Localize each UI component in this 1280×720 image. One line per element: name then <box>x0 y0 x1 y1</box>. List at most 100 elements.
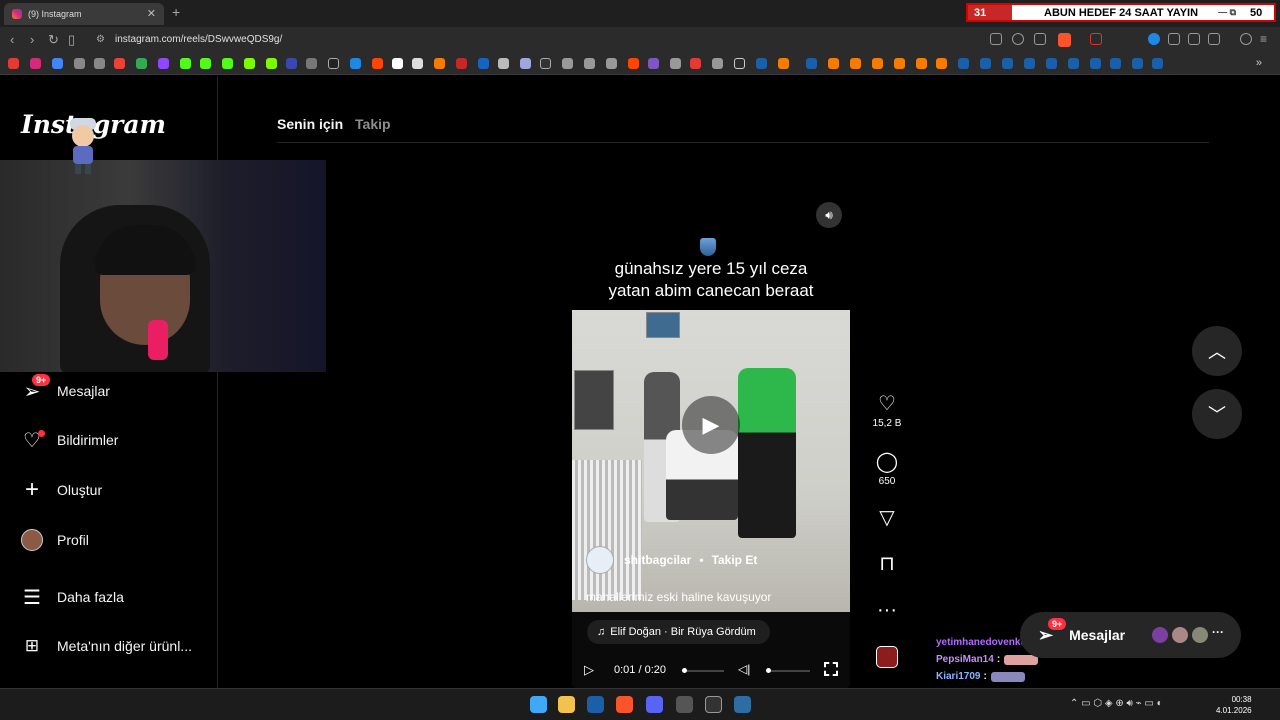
tab-for-you[interactable]: Senin için <box>277 116 343 132</box>
volume-slider[interactable] <box>766 668 810 673</box>
bookmark-steam-icon[interactable] <box>980 58 991 69</box>
sidebar-item-messages[interactable]: ➢ 9+ Mesajlar <box>20 374 110 406</box>
bookmark-steam-icon[interactable] <box>1132 58 1143 69</box>
bookmark-steam-icon[interactable] <box>958 58 969 69</box>
zoom-icon[interactable] <box>1012 33 1024 45</box>
bookmark-icon[interactable] <box>828 58 839 69</box>
app-icon[interactable] <box>676 696 693 713</box>
extension-icon[interactable] <box>1090 33 1102 45</box>
clock[interactable]: 00:38 4.01.2026 <box>1216 694 1252 716</box>
share-icon[interactable] <box>1034 33 1046 45</box>
media-icon[interactable] <box>1240 33 1252 45</box>
bookmark-steam-icon[interactable] <box>1046 58 1057 69</box>
comment-action[interactable]: ◯ 650 <box>868 450 906 487</box>
bookmark-icon[interactable] <box>606 58 617 69</box>
windows-start-icon[interactable] <box>530 696 547 713</box>
discord-icon[interactable] <box>646 696 663 713</box>
follow-button[interactable]: Takip Et <box>712 553 758 567</box>
sound-toggle-button[interactable]: 🔊︎ <box>816 202 842 228</box>
bookmark-steam-icon[interactable] <box>1110 58 1121 69</box>
bookmark-icon[interactable] <box>936 58 947 69</box>
bookmark-icon[interactable] <box>540 58 551 69</box>
more-icon[interactable]: ··· <box>868 598 906 622</box>
sidebar-item-create[interactable]: + Oluştur <box>20 475 102 505</box>
bookmark-icon[interactable] <box>690 58 701 69</box>
comment-icon[interactable]: ◯ <box>868 450 906 474</box>
tab-following[interactable]: Takip <box>355 116 391 132</box>
bookmark-icon[interactable] <box>266 58 277 69</box>
bookmark-icon[interactable] <box>562 58 573 69</box>
sidebar-item-meta[interactable]: ⊞ Meta'nın diğer ürünl... <box>20 631 192 661</box>
bookmark-icon[interactable] <box>412 58 423 69</box>
site-info-icon[interactable]: ⚙ <box>96 34 105 45</box>
browser-tab[interactable]: (9) Instagram ✕ <box>4 3 164 25</box>
bookmark-icon[interactable] <box>306 58 317 69</box>
bookmark-icon[interactable] <box>350 58 361 69</box>
bookmark-kick-icon[interactable] <box>180 58 191 69</box>
extension-icon[interactable] <box>1148 33 1160 45</box>
next-reel-button[interactable]: ﹀ <box>1192 389 1242 439</box>
bookmark-icon[interactable] <box>894 58 905 69</box>
cast-icon[interactable] <box>990 33 1002 45</box>
brave-icon[interactable] <box>616 696 633 713</box>
folder-icon[interactable] <box>734 58 745 69</box>
bookmark-icon[interactable] <box>850 58 861 69</box>
author-username[interactable]: shitbagcilar <box>624 553 691 567</box>
steam-icon[interactable] <box>587 696 604 713</box>
bookmark-icon[interactable] <box>778 58 789 69</box>
bookmark-instagram-icon[interactable] <box>30 58 41 69</box>
volume-icon[interactable]: ◁| <box>738 662 750 676</box>
more-action[interactable]: ··· <box>868 598 906 622</box>
bookmark-icon[interactable] <box>498 58 509 69</box>
sidebar-item-profile[interactable]: Profil <box>20 525 89 555</box>
bookmark-steam-icon[interactable] <box>1152 58 1163 69</box>
reel-video[interactable]: günahsız yere 15 yıl ceza yatan abim can… <box>572 194 850 688</box>
play-icon[interactable]: ▷ <box>584 662 594 678</box>
bookmark-icon[interactable] <box>392 58 403 69</box>
play-button[interactable]: ▶ <box>682 396 740 454</box>
more-icon[interactable]: ··· <box>1212 625 1224 639</box>
bookmark-youtube-icon[interactable] <box>8 58 19 69</box>
bookmark-gmail-icon[interactable] <box>114 58 125 69</box>
bookmark-icon[interactable] <box>286 58 297 69</box>
sidebar-icon[interactable] <box>1208 33 1220 45</box>
like-action[interactable]: ♡ 15,2 B <box>868 392 906 429</box>
bookmark-x-icon[interactable] <box>328 58 339 69</box>
bookmark-kick-icon[interactable] <box>222 58 233 69</box>
bookmark-icon[interactable] <box>434 58 445 69</box>
share-action[interactable]: ▽ <box>868 506 906 530</box>
reel-description[interactable]: mahallerimiz eski haline kavuşuyor <box>586 590 771 604</box>
progress-knob[interactable] <box>682 668 687 673</box>
bookmark-steam-icon[interactable] <box>756 58 767 69</box>
bookmark-icon[interactable] <box>712 58 723 69</box>
bookmark-icon[interactable] <box>520 58 531 69</box>
file-explorer-icon[interactable] <box>558 696 575 713</box>
chat-username[interactable]: PepsiMan14 <box>936 654 994 665</box>
bookmark-steam-icon[interactable] <box>1068 58 1079 69</box>
close-tab-icon[interactable]: ✕ <box>147 7 156 20</box>
bookmark-icon[interactable]: ▯ <box>68 32 75 48</box>
bookmark-kick-icon[interactable] <box>200 58 211 69</box>
bookmark-steam-icon[interactable] <box>1024 58 1035 69</box>
new-tab-icon[interactable]: + <box>172 4 180 20</box>
url-text[interactable]: instagram.com/reels/DSwvweQDS9g/ <box>115 34 282 45</box>
bookmark-icon[interactable] <box>52 58 63 69</box>
volume-knob[interactable] <box>766 668 771 673</box>
sidebar-item-notifications[interactable]: ♡ Bildirimler <box>20 425 118 455</box>
music-pill[interactable]: ♫ Elif Doğan · Bir Rüya Gördüm <box>587 620 770 644</box>
send-icon[interactable]: ▽ <box>868 506 906 530</box>
forward-icon[interactable]: › <box>30 32 34 47</box>
bookmark-steam-icon[interactable] <box>806 58 817 69</box>
bookmark-icon[interactable] <box>872 58 883 69</box>
bookmark-icon[interactable]: ⊓ <box>868 552 906 576</box>
heart-icon[interactable]: ♡ <box>868 392 906 416</box>
bookmark-icon[interactable] <box>244 58 255 69</box>
menu-icon[interactable]: ≡ <box>1260 32 1267 46</box>
system-tray[interactable]: ⌃ ▭ ⬡ ◈ ⊕ 🔊︎ ⌁ ▭ ◐ <box>1070 698 1163 709</box>
puzzle-icon[interactable] <box>1188 33 1200 45</box>
extension-icon[interactable] <box>1168 33 1180 45</box>
fullscreen-icon[interactable] <box>824 662 838 676</box>
bookmark-icon[interactable] <box>584 58 595 69</box>
author-avatar[interactable] <box>586 546 614 574</box>
progress-bar[interactable] <box>682 668 724 673</box>
